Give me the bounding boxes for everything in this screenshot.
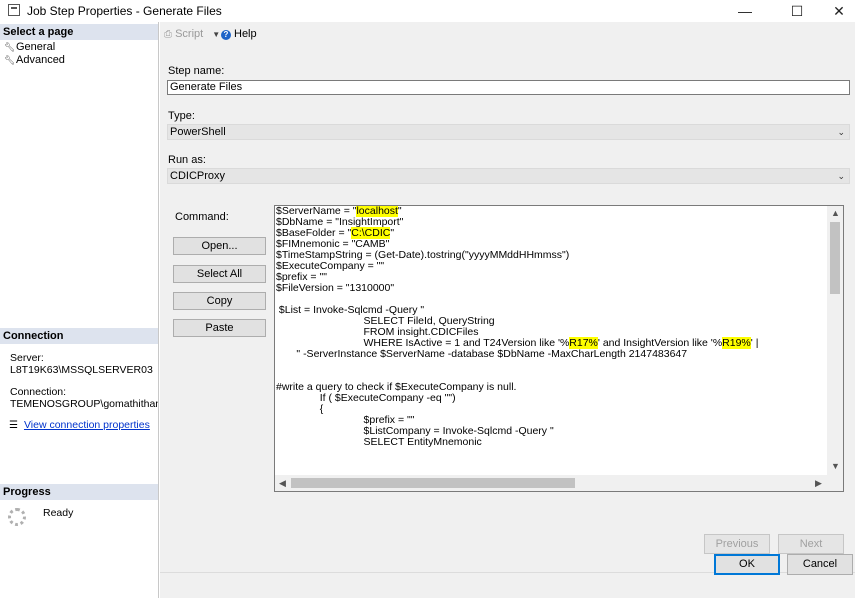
connection-properties-icon: ☰ <box>9 420 18 431</box>
type-select-value: PowerShell <box>170 126 226 138</box>
main-panel: ⎙ Script ▼ ? Help Step name: Generate Fil… <box>160 22 855 598</box>
page-item-label: Advanced <box>16 54 65 66</box>
run-as-select-value: CDICProxy <box>170 170 226 182</box>
page-item-label: General <box>16 41 56 53</box>
code-text: " -ServerInstance $ServerName -database … <box>276 348 688 360</box>
toolbar: ⎙ Script ▼ ? Help <box>160 22 855 48</box>
view-connection-properties-link[interactable]: View connection properties <box>24 419 150 431</box>
window-icon <box>8 4 20 16</box>
server-value: L8T19K63\MSSQLSERVER03 <box>10 364 153 376</box>
page-item-general[interactable]: 🔧︎General <box>4 41 55 53</box>
ok-button[interactable]: OK <box>714 554 780 575</box>
scroll-down-icon[interactable]: ▼ <box>831 461 840 471</box>
help-icon: ? <box>221 30 231 40</box>
command-editor[interactable]: $ServerName = "localhost" $DbName = "Insi… <box>274 205 844 492</box>
command-label: Command: <box>175 211 229 223</box>
command-line: SELECT EntityMnemonic <box>276 437 826 448</box>
cancel-button[interactable]: Cancel <box>787 554 853 575</box>
connection-label: Connection: <box>10 386 67 398</box>
command-line: $FileVersion = "1310000" <box>276 283 826 294</box>
horizontal-scroll-thumb[interactable] <box>291 478 575 488</box>
previous-button[interactable]: Previous <box>704 534 770 554</box>
script-label: Script <box>175 28 204 40</box>
command-line: $ExecuteCompany = "" <box>276 261 826 272</box>
horizontal-scrollbar[interactable]: ◀ ▶ <box>275 475 843 491</box>
scroll-left-icon[interactable]: ◀ <box>279 478 286 489</box>
server-label: Server: <box>10 352 44 364</box>
maximize-button[interactable]: ☐ <box>775 0 819 22</box>
type-label: Type: <box>168 110 195 122</box>
connection-header: Connection <box>0 328 158 344</box>
code-text: $FileVersion = "1310000" <box>276 282 395 294</box>
view-connection-row[interactable]: ☰ View connection properties <box>9 419 150 432</box>
help-label: Help <box>234 28 257 40</box>
step-name-input[interactable]: Generate Files <box>167 80 850 95</box>
type-select[interactable]: PowerShell ⌄ <box>167 124 850 140</box>
dialog-button-bar <box>160 572 855 598</box>
chevron-down-icon: ⌄ <box>837 127 845 137</box>
code-text: SELECT EntityMnemonic <box>276 436 482 448</box>
connection-value: TEMENOSGROUP\gomathithanga <box>10 398 158 410</box>
script-icon: ⎙ <box>164 29 172 40</box>
script-button[interactable]: ⎙ Script ▼ <box>164 28 220 40</box>
minimize-button[interactable]: — <box>723 0 767 22</box>
scroll-up-icon[interactable]: ▲ <box>831 208 840 218</box>
scroll-right-icon[interactable]: ▶ <box>815 478 822 489</box>
select-page-header: Select a page <box>0 24 158 40</box>
run-as-label: Run as: <box>168 154 206 166</box>
progress-header: Progress <box>0 484 158 500</box>
select-all-button[interactable]: Select All <box>173 265 266 283</box>
next-button[interactable]: Next <box>778 534 844 554</box>
step-name-label: Step name: <box>168 65 225 77</box>
code-text: ' | <box>750 337 759 349</box>
left-panel: Select a page 🔧︎General 🔧︎Advanced Conne… <box>0 22 159 598</box>
vertical-scrollbar[interactable]: ▲ ▼ <box>827 206 843 475</box>
wrench-icon: 🔧︎ <box>4 55 16 65</box>
chevron-down-icon: ⌄ <box>837 171 845 181</box>
close-button[interactable]: ✕ <box>817 0 855 22</box>
highlighted-text: R19% <box>722 337 751 349</box>
vertical-scroll-thumb[interactable] <box>830 222 840 294</box>
chevron-down-icon: ▼ <box>212 30 221 39</box>
help-button[interactable]: ? Help <box>221 28 257 40</box>
run-as-select[interactable]: CDICProxy ⌄ <box>167 168 850 184</box>
command-line: If ( $ExecuteCompany -eq "") <box>276 393 826 404</box>
title-bar: Job Step Properties - Generate Files — ☐… <box>0 0 855 22</box>
progress-spinner-icon <box>8 508 26 526</box>
wrench-icon: 🔧︎ <box>4 42 16 52</box>
command-text[interactable]: $ServerName = "localhost" $DbName = "Insi… <box>276 206 826 474</box>
command-line <box>276 360 826 371</box>
command-line: " -ServerInstance $ServerName -database … <box>276 349 826 360</box>
paste-button[interactable]: Paste <box>173 319 266 337</box>
open-button[interactable]: Open... <box>173 237 266 255</box>
window-title: Job Step Properties - Generate Files <box>27 4 222 18</box>
page-item-advanced[interactable]: 🔧︎Advanced <box>4 54 65 66</box>
code-text: " <box>390 227 395 239</box>
copy-button[interactable]: Copy <box>173 292 266 310</box>
progress-status: Ready <box>43 507 74 519</box>
